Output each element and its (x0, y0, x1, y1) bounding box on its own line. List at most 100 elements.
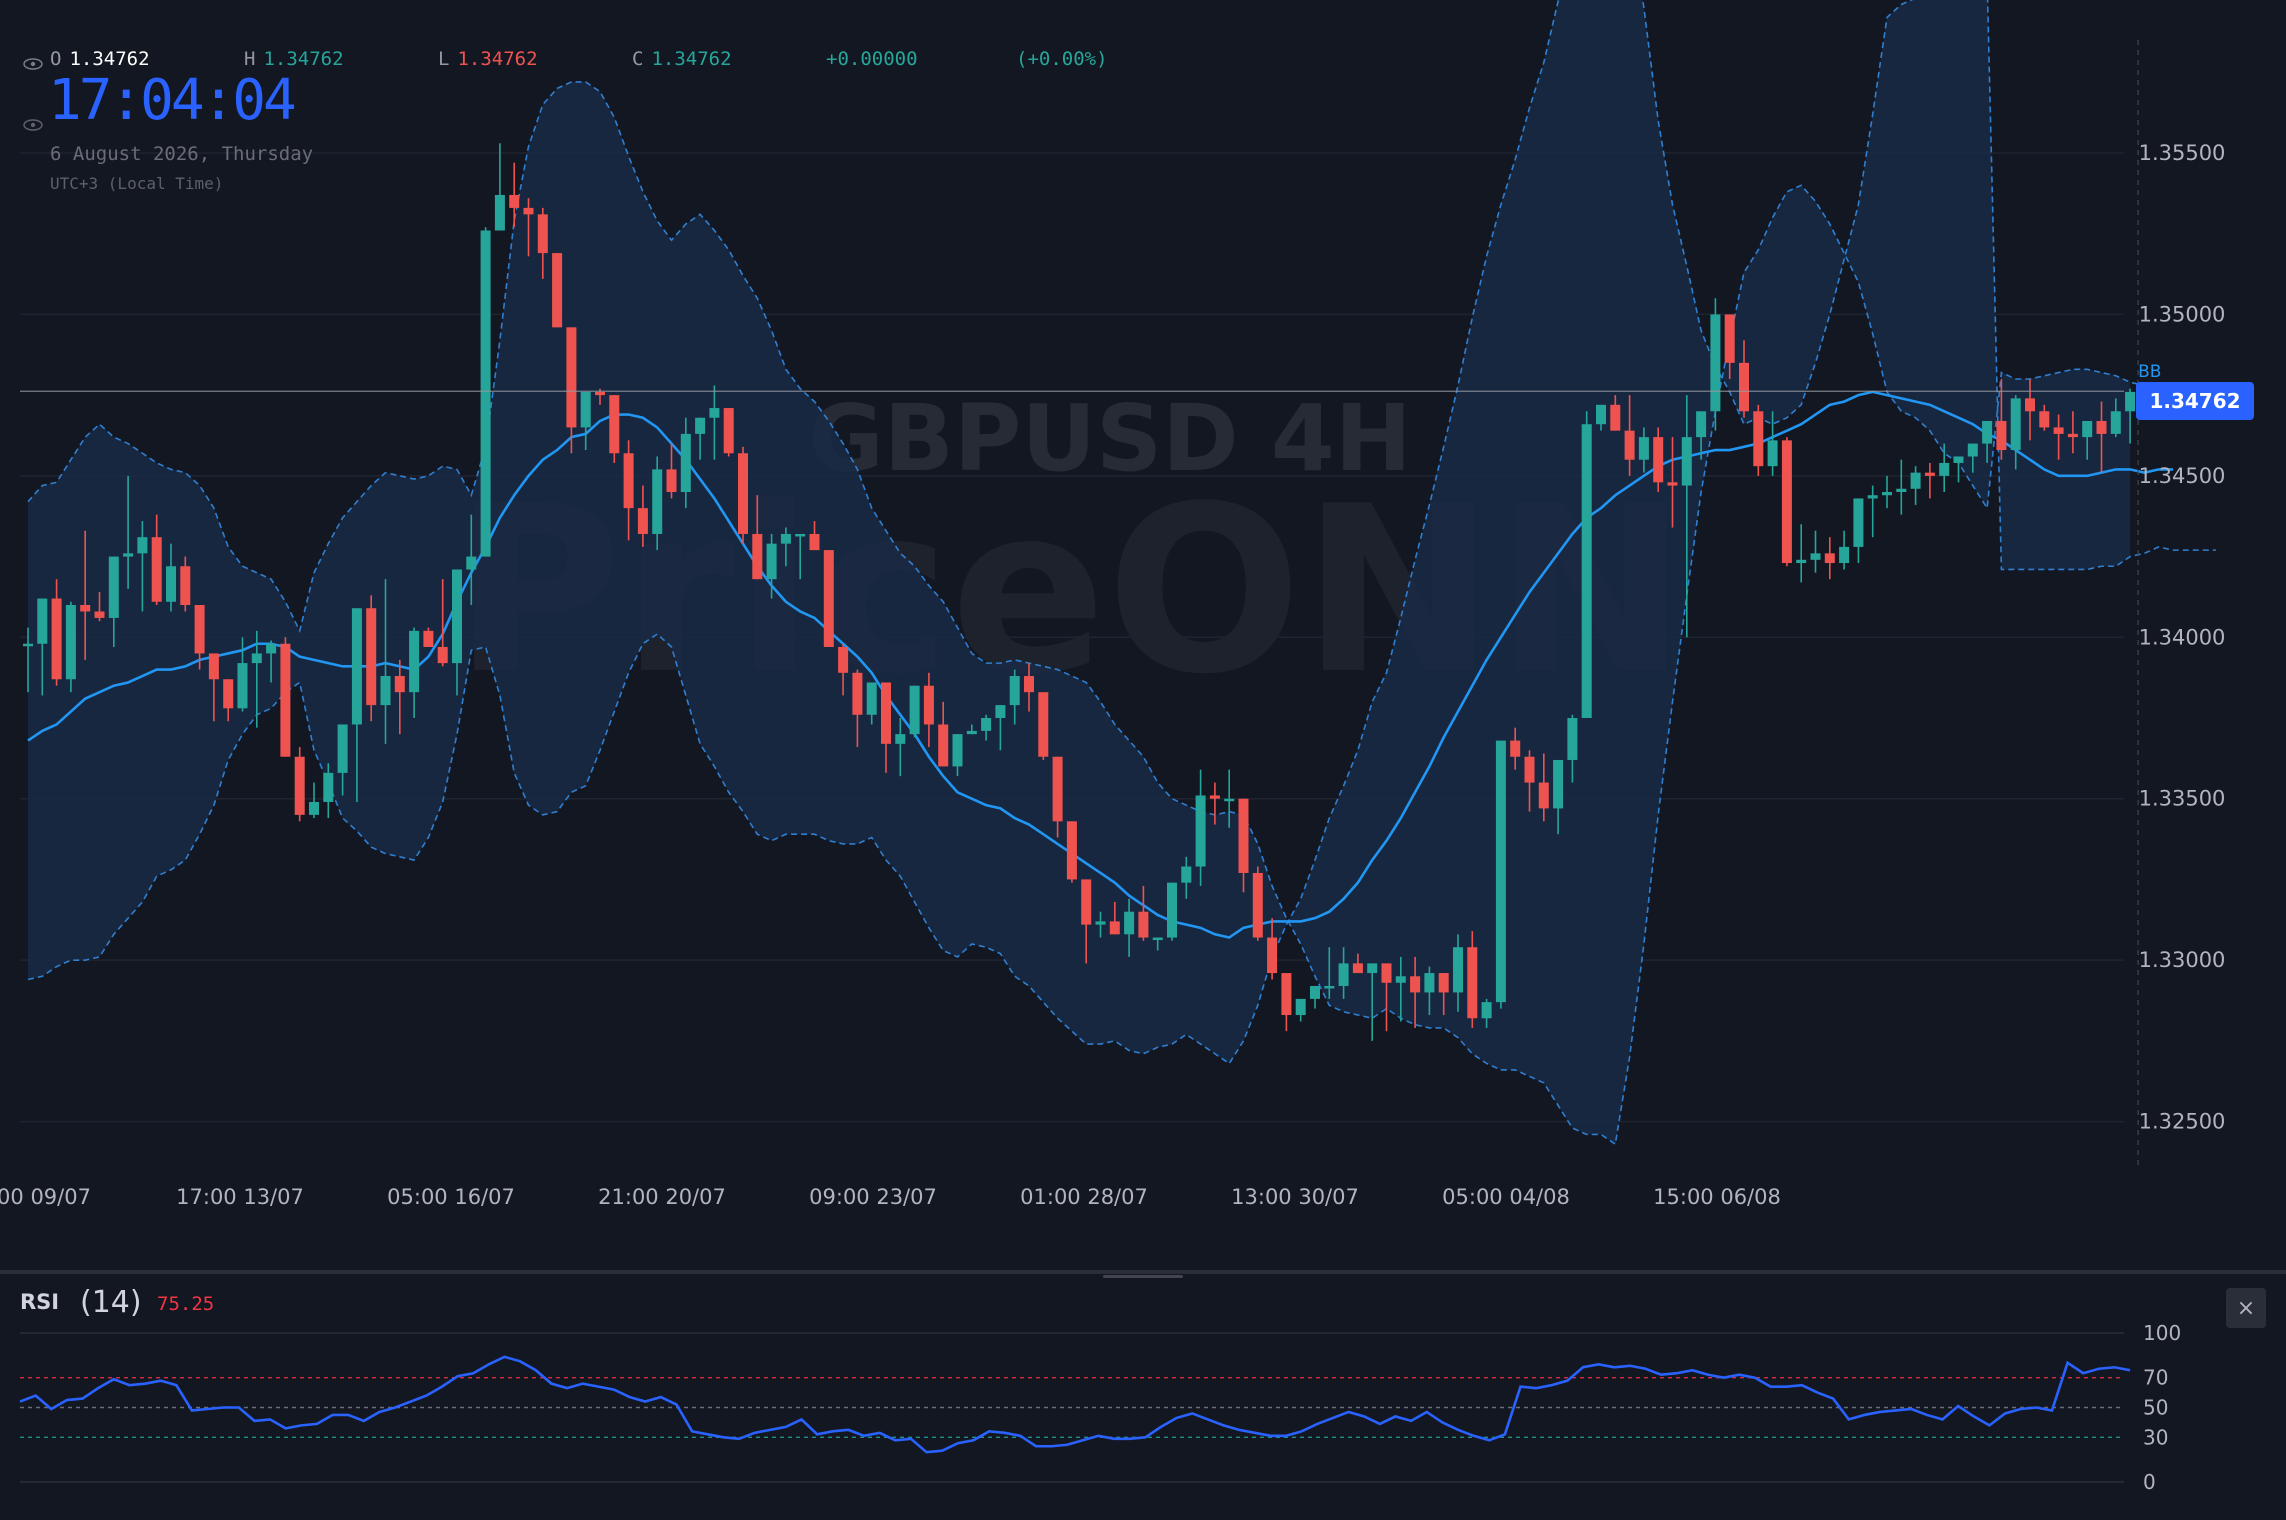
candle-body (80, 605, 91, 612)
candle (909, 685, 920, 738)
candle-body (1610, 404, 1621, 431)
candle-body (1567, 718, 1578, 760)
candle-body (1209, 795, 1220, 799)
eye-icon[interactable] (22, 57, 44, 71)
candle (1796, 524, 1807, 583)
indicator-label: BB (2138, 362, 2161, 382)
candle-body (1066, 821, 1077, 880)
candle-body (1596, 404, 1606, 425)
candle-body (680, 433, 691, 492)
candle-body (1967, 443, 1978, 457)
candle-body (452, 569, 462, 664)
candle-body (1124, 911, 1135, 935)
candle-body (423, 630, 434, 647)
candle-body (1138, 911, 1149, 938)
candle (1310, 985, 1320, 1009)
candle-body (523, 207, 534, 215)
candle-body (1739, 362, 1749, 412)
candle (480, 227, 491, 557)
time-tick-label: 13:00 30/07 (1231, 1185, 1359, 1209)
candle (65, 601, 76, 693)
rsi-value: 75.25 (157, 1293, 215, 1315)
candle-body (1996, 420, 2007, 451)
chart-svg[interactable]: GBPUSD 4HPriceONNBB1.355001.350001.34500… (0, 0, 2286, 1516)
candle-body (1181, 866, 1192, 883)
candle-body (1295, 998, 1306, 1016)
candle-body (1024, 676, 1034, 693)
candle-body (823, 550, 834, 647)
candle-body (1796, 559, 1807, 564)
low-key: L (438, 48, 450, 70)
candle (1896, 459, 1907, 515)
candle-body (1252, 872, 1263, 938)
candle-body (409, 630, 420, 693)
candle-body (2010, 398, 2021, 451)
candle-body (180, 566, 191, 605)
candle-body (1753, 411, 1764, 467)
rsi-tick-label: 100 (2143, 1321, 2181, 1345)
price-tick-label: 1.34500 (2139, 464, 2226, 488)
price-tick-label: 1.35500 (2139, 141, 2226, 165)
candle-body (437, 646, 448, 664)
candle-body (1367, 963, 1378, 974)
candle-body (709, 408, 720, 418)
chart-canvas[interactable]: GBPUSD 4H PriceONN BB 1.35500 1.35000 1.34500… (0, 0, 2286, 1516)
candle-body (1453, 947, 1463, 993)
candle-body (51, 598, 62, 680)
candle-body (1224, 798, 1235, 802)
candle-body (1710, 314, 1721, 412)
candle-body (223, 679, 234, 709)
rsi-tick-label: 0 (2143, 1470, 2156, 1494)
eye-icon[interactable] (22, 118, 44, 132)
candle-body (1081, 879, 1092, 925)
change-percent: (+0.00%) (1016, 48, 1108, 70)
candle-body (65, 605, 76, 680)
candle-body (1324, 985, 1335, 989)
candle-body (1410, 976, 1421, 993)
candle-body (380, 676, 391, 706)
candle-body (1510, 740, 1521, 757)
candle-body (580, 391, 591, 428)
price-tick-label: 1.33000 (2139, 948, 2226, 972)
open-key: O (50, 48, 62, 70)
change-value: +0.00000 (826, 48, 918, 70)
candle-body (1109, 921, 1120, 935)
candle-body (595, 391, 605, 396)
candle-body (1009, 676, 1020, 706)
candle-body (2125, 391, 2136, 412)
candle-body (1481, 1002, 1492, 1019)
candle (1167, 882, 1177, 941)
candle-body (237, 663, 248, 709)
candle (280, 637, 291, 757)
candle-body (1052, 756, 1063, 822)
candle-body (1152, 937, 1163, 941)
candle-body (251, 653, 262, 664)
price-tick-label: 1.32500 (2139, 1110, 2226, 1134)
candle (1753, 404, 1764, 476)
candle-body (609, 395, 620, 454)
candle (1038, 692, 1049, 760)
candle-body (637, 508, 648, 534)
candle-body (309, 801, 319, 815)
candle-body (923, 685, 934, 725)
candle-body (2067, 433, 2078, 438)
candle-body (838, 646, 849, 673)
candle-body (1467, 947, 1478, 1019)
candle-body (738, 453, 748, 534)
rsi-title: RSI (20, 1290, 60, 1314)
candle-body (494, 194, 505, 231)
candle-body (795, 533, 806, 537)
candle-body (966, 730, 977, 735)
candle-body (1267, 937, 1278, 974)
candle-body (995, 705, 1006, 718)
ohlc-open: O 1.34762 (50, 48, 150, 70)
candle-body (280, 643, 291, 757)
candle-body (1195, 795, 1206, 867)
rsi-tick-label: 70 (2143, 1366, 2168, 1390)
time-tick-label: 05:00 16/07 (387, 1185, 515, 1209)
close-icon[interactable]: × (2226, 1288, 2266, 1328)
candle-body (1824, 553, 1835, 564)
time-tick-label: 15:00 06/08 (1653, 1185, 1781, 1209)
rsi-tick-label: 30 (2143, 1425, 2168, 1449)
candle-body (809, 533, 820, 551)
